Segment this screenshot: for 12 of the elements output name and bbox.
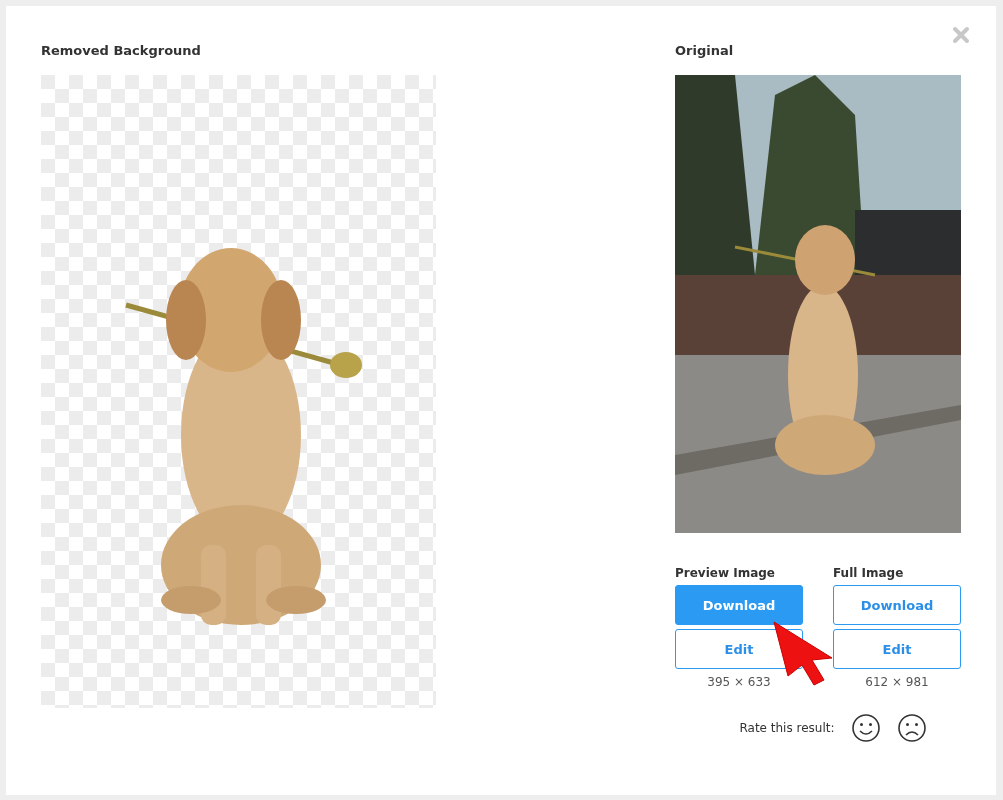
- edit-button[interactable]: Edit: [833, 629, 961, 669]
- download-button[interactable]: Download: [675, 585, 803, 625]
- rating-label: Rate this result:: [739, 721, 835, 735]
- download-button[interactable]: Download: [833, 585, 961, 625]
- section-label: Full Image: [833, 566, 904, 580]
- section-title: Removed Background: [41, 42, 202, 60]
- section-label: Preview Image: [675, 566, 775, 580]
- image-dimensions: 395 × 633: [707, 675, 771, 689]
- sad-face-icon[interactable]: [896, 713, 927, 743]
- image-dimensions: 612 × 981: [865, 675, 929, 689]
- smiley-face-icon[interactable]: [850, 713, 881, 743]
- section-title: Original: [675, 42, 735, 60]
